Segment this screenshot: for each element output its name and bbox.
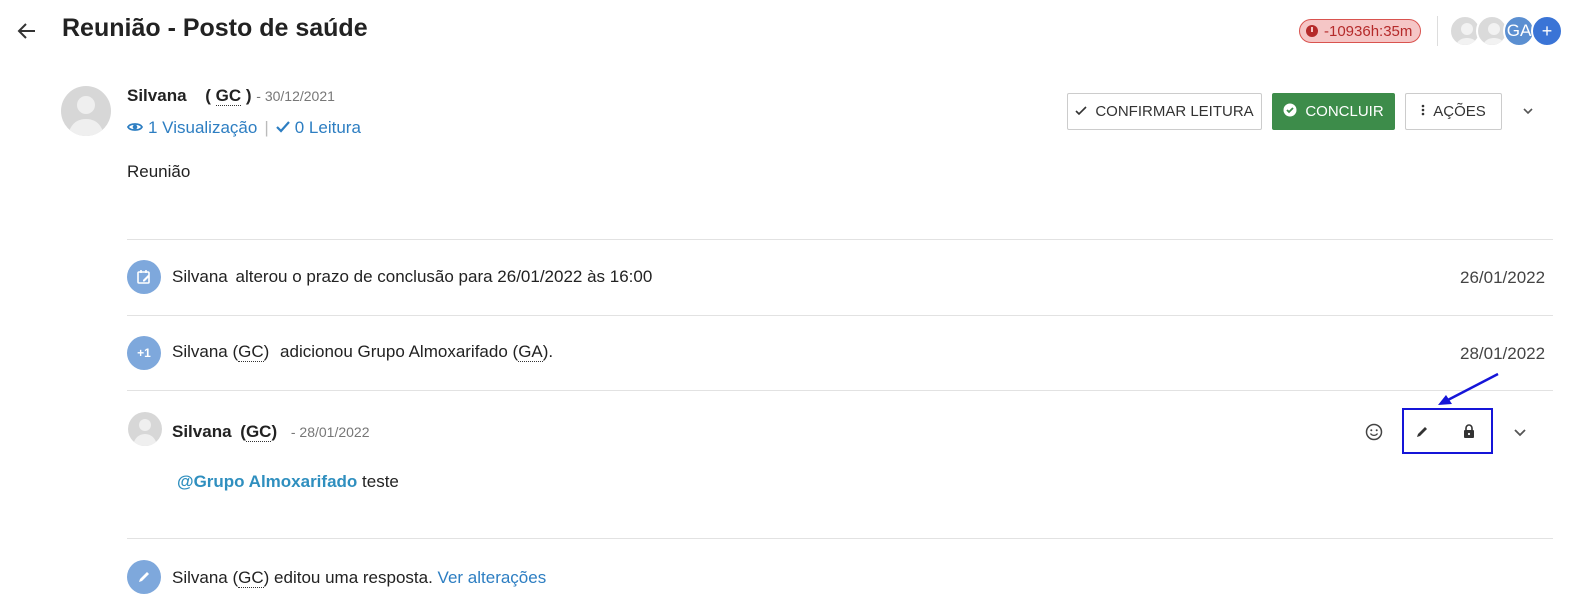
comment-author: Silvana — [172, 422, 232, 441]
header-divider — [1437, 16, 1438, 46]
event-author: Silvana — [172, 342, 228, 361]
mention-link[interactable]: @Grupo Almoxarifado — [177, 472, 357, 491]
event-text-end: ). — [542, 342, 554, 361]
author-abbr: GC — [245, 422, 272, 442]
clock-icon — [1306, 25, 1318, 37]
chevron-down-icon[interactable] — [1512, 424, 1528, 445]
timeline-event: Silvana (GC) editou uma resposta. Ver al… — [172, 568, 547, 588]
abbr-close: ) — [241, 86, 252, 105]
event-author: Silvana — [172, 568, 228, 587]
actions-label: AÇÕES — [1433, 103, 1486, 120]
event-text: editou uma resposta. — [274, 568, 433, 587]
check-icon — [1075, 103, 1087, 120]
author-avatar — [61, 86, 111, 136]
emoji-icon[interactable] — [1363, 421, 1385, 443]
check-circle-icon — [1283, 103, 1297, 121]
actions-menu-button[interactable]: AÇÕES — [1405, 93, 1502, 130]
add-participant-button[interactable]: + — [1531, 15, 1563, 47]
timeline-event: Silvana alterou o prazo de conclusão par… — [172, 267, 652, 287]
divider — [127, 538, 1553, 539]
comment-text: teste — [362, 472, 399, 491]
author-abbr: GC — [215, 86, 242, 106]
event-date: 28/01/2022 — [1460, 344, 1546, 363]
separator: | — [264, 118, 269, 137]
plus-one-icon: +1 — [127, 336, 161, 370]
confirm-read-button[interactable]: CONFIRMAR LEITURA — [1067, 93, 1262, 130]
post-author-name: Silvana — [127, 86, 187, 105]
event-text: adicionou Grupo Almoxarifado ( — [280, 342, 519, 361]
deadline-timer-badge[interactable]: -10936h:35m — [1299, 19, 1422, 43]
timer-value: -10936h:35m — [1324, 22, 1413, 40]
abbr-open: ( — [205, 86, 216, 105]
chevron-down-icon[interactable] — [1521, 104, 1535, 123]
comment-header: Silvana (GC) - 28/01/2022 — [172, 422, 370, 442]
confirm-read-label: CONFIRMAR LEITURA — [1095, 103, 1254, 120]
post-body: Reunião — [127, 162, 191, 181]
eye-icon — [126, 118, 144, 138]
author-abbr: GC — [238, 342, 264, 362]
divider — [127, 315, 1553, 316]
comment-body: @Grupo Almoxarifado teste — [177, 472, 399, 492]
post-stats: 1 Visualização | 0 Leitura — [126, 118, 361, 138]
author-abbr: GC — [238, 568, 264, 588]
post-date: - 30/12/2021 — [256, 88, 335, 104]
comment-author-avatar — [128, 412, 162, 446]
view-changes-link[interactable]: Ver alterações — [438, 568, 547, 587]
event-author: Silvana — [172, 267, 228, 286]
page-title: Reunião - Posto de saúde — [62, 14, 368, 42]
timeline-event: Silvana (GC) adicionou Grupo Almoxarifad… — [172, 342, 554, 362]
check-icon — [275, 118, 290, 138]
divider — [127, 239, 1553, 240]
calendar-edit-icon — [127, 260, 161, 294]
post-author-line: Silvana ( GC ) - 30/12/2021 — [127, 86, 335, 106]
event-date: 26/01/2022 — [1460, 268, 1546, 287]
views-link[interactable]: 1 Visualização — [148, 118, 257, 138]
divider — [127, 390, 1553, 391]
annotation-arrow-icon — [1432, 368, 1504, 415]
reads-link[interactable]: 0 Leitura — [295, 118, 361, 138]
pencil-icon — [127, 560, 161, 594]
complete-button[interactable]: CONCLUIR — [1272, 93, 1395, 130]
back-arrow-icon[interactable] — [14, 18, 40, 44]
event-text: alterou o prazo de conclusão para 26/01/… — [235, 267, 653, 286]
group-abbr: GA — [518, 342, 543, 362]
more-vert-icon — [1421, 103, 1425, 120]
complete-label: CONCLUIR — [1305, 103, 1384, 120]
comment-date: - 28/01/2022 — [290, 424, 370, 440]
